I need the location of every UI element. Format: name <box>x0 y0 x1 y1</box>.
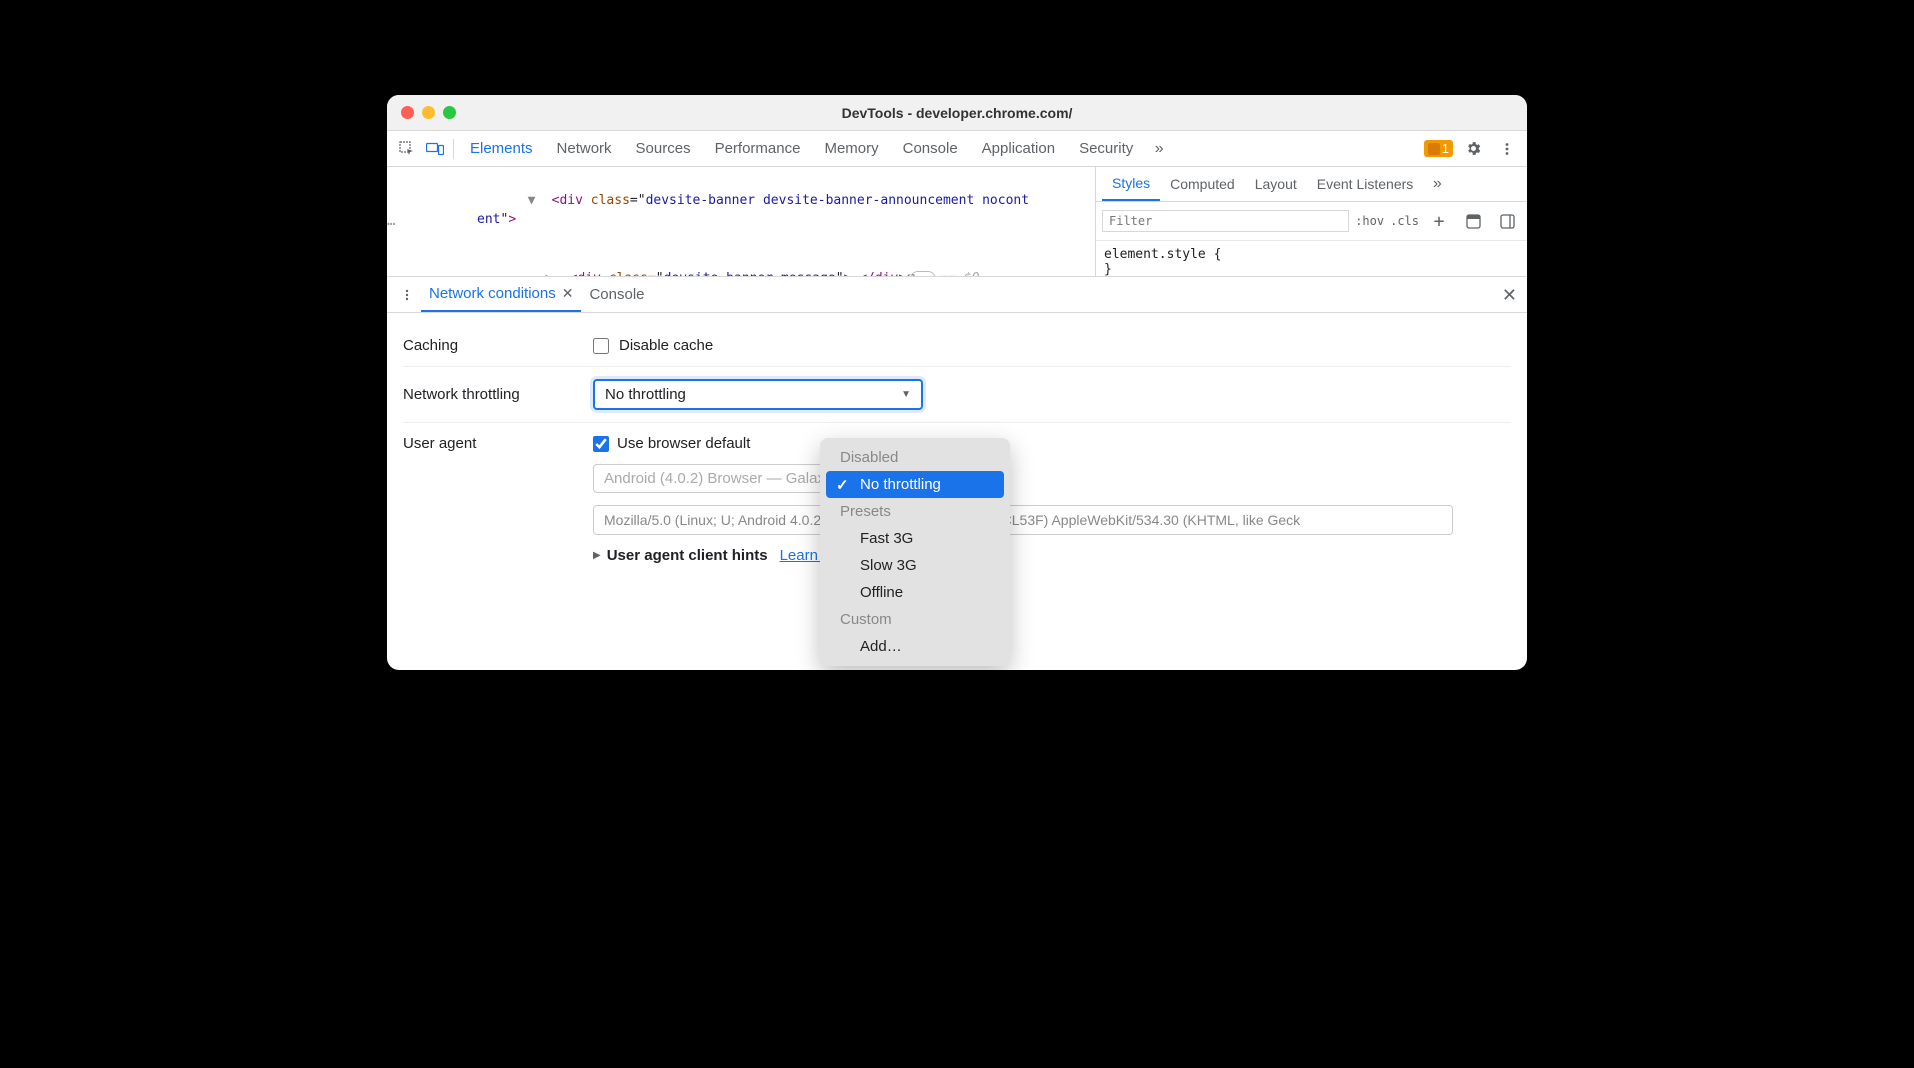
dom-tree[interactable]: … ▼<div class="devsite-banner devsite-ba… <box>387 167 1095 276</box>
styles-tab-styles[interactable]: Styles <box>1102 167 1160 201</box>
menu-item-fast-3g[interactable]: Fast 3G <box>826 525 1004 552</box>
toggle-classes-button[interactable]: .cls <box>1390 214 1419 228</box>
menu-item-offline[interactable]: Offline <box>826 579 1004 606</box>
element-style-rule-open: element.style { <box>1104 247 1519 262</box>
menu-item-slow-3g[interactable]: Slow 3G <box>826 552 1004 579</box>
styles-tab-event-listeners[interactable]: Event Listeners <box>1307 168 1424 200</box>
drawer-tabs: Network conditions ✕ Console ✕ <box>387 277 1527 313</box>
devtools-window: DevTools - developer.chrome.com/ Element… <box>387 95 1527 670</box>
disable-cache-checkbox[interactable] <box>593 338 609 354</box>
menu-header-custom: Custom <box>826 606 1004 633</box>
tree-line-2[interactable]: ▶<div class="devsite-banner-message">⋯</… <box>387 249 1095 276</box>
window-title: DevTools - developer.chrome.com/ <box>387 105 1527 121</box>
titlebar: DevTools - developer.chrome.com/ <box>387 95 1527 131</box>
styles-more-tabs-icon[interactable]: » <box>1423 170 1451 198</box>
issues-count: 1 <box>1442 141 1449 156</box>
element-style-rule-close: } <box>1104 262 1519 277</box>
disable-cache-label: Disable cache <box>619 337 713 354</box>
panel-tabs: Elements Network Sources Performance Mem… <box>458 132 1424 165</box>
menu-header-presets: Presets <box>826 498 1004 525</box>
user-agent-label: User agent <box>403 435 593 452</box>
ua-string-input[interactable]: Mozilla/5.0 (Linux; U; Android 4.0.2; en… <box>593 505 1453 535</box>
drawer-tab-console[interactable]: Console <box>581 278 652 311</box>
toggle-device-toolbar-icon[interactable] <box>421 135 449 163</box>
client-hints-label: User agent client hints <box>607 547 768 564</box>
issue-icon <box>1428 143 1440 155</box>
toggle-rendering-icon[interactable] <box>1493 207 1521 235</box>
settings-icon[interactable] <box>1459 135 1487 163</box>
styles-toolbar: :hov .cls + <box>1096 202 1527 241</box>
more-tabs-icon[interactable]: » <box>1145 135 1173 163</box>
client-hints-row[interactable]: ▶ User agent client hints Learn more <box>593 547 856 564</box>
issues-badge[interactable]: 1 <box>1424 140 1453 157</box>
tab-memory[interactable]: Memory <box>812 132 890 165</box>
tab-console[interactable]: Console <box>891 132 970 165</box>
new-style-rule-icon[interactable]: + <box>1425 207 1453 235</box>
selected-element-indicator: == $0 <box>940 271 979 277</box>
toolbar-divider <box>453 139 454 159</box>
tab-performance[interactable]: Performance <box>703 132 813 165</box>
throttling-label: Network throttling <box>403 386 593 403</box>
tab-elements[interactable]: Elements <box>458 132 545 165</box>
tab-security[interactable]: Security <box>1067 132 1145 165</box>
drawer-close-icon[interactable]: ✕ <box>1502 285 1517 306</box>
elements-panel: … ▼<div class="devsite-banner devsite-ba… <box>387 167 1527 277</box>
throttling-dropdown-menu: Disabled ✓ No throttling Presets Fast 3G… <box>820 438 1010 666</box>
drawer-kebab-icon[interactable] <box>393 281 421 309</box>
menu-item-no-throttling[interactable]: ✓ No throttling <box>826 471 1004 498</box>
styles-tab-layout[interactable]: Layout <box>1245 168 1307 200</box>
styles-tab-computed[interactable]: Computed <box>1160 168 1245 200</box>
styles-filter-input[interactable] <box>1102 210 1349 232</box>
close-tab-icon[interactable]: ✕ <box>562 285 574 302</box>
styles-pane: Styles Computed Layout Event Listeners »… <box>1095 167 1527 276</box>
gutter-dots-icon: … <box>387 213 396 229</box>
use-browser-default-label: Use browser default <box>617 435 750 452</box>
expand-triangle-icon: ▶ <box>593 550 601 561</box>
tab-application[interactable]: Application <box>970 132 1067 165</box>
chevron-down-icon: ▼ <box>901 389 911 400</box>
toolbar-right: 1 <box>1424 135 1521 163</box>
drawer-tab-network-conditions[interactable]: Network conditions ✕ <box>421 277 581 312</box>
tree-line-1[interactable]: ▼<div class="devsite-banner devsite-bann… <box>387 171 1095 249</box>
caching-label: Caching <box>403 337 593 354</box>
tab-sources[interactable]: Sources <box>624 132 703 165</box>
main-toolbar: Elements Network Sources Performance Mem… <box>387 131 1527 167</box>
flex-badge[interactable]: flex <box>910 271 936 277</box>
computed-sidebar-icon[interactable] <box>1459 207 1487 235</box>
throttling-select-value: No throttling <box>605 386 686 403</box>
toggle-hover-button[interactable]: :hov <box>1355 214 1384 228</box>
menu-item-add[interactable]: Add… <box>826 633 1004 660</box>
styles-tabs: Styles Computed Layout Event Listeners » <box>1096 167 1527 202</box>
menu-header-disabled: Disabled <box>826 444 1004 471</box>
select-element-icon[interactable] <box>393 135 421 163</box>
caching-row: Caching Disable cache <box>403 325 1511 367</box>
kebab-menu-icon[interactable] <box>1493 135 1521 163</box>
use-browser-default-checkbox[interactable] <box>593 436 609 452</box>
throttling-row: Network throttling No throttling ▼ <box>403 367 1511 423</box>
tab-network[interactable]: Network <box>545 132 624 165</box>
throttling-select[interactable]: No throttling ▼ <box>593 379 923 410</box>
check-icon: ✓ <box>836 476 849 494</box>
